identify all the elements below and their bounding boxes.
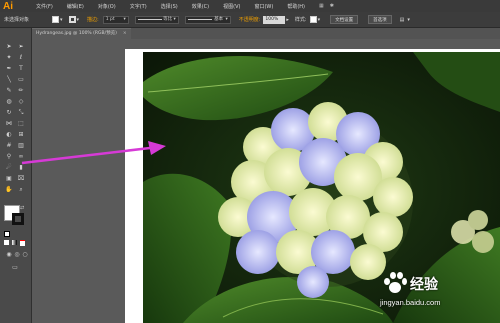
selection-tool-icon[interactable]: ➤ (4, 42, 14, 51)
preferences-button[interactable]: 首选项 (368, 15, 392, 24)
watermark-url: jingyan.baidu.com (380, 298, 441, 307)
scale-tool-icon[interactable]: ⤡ (16, 108, 26, 117)
menu-object[interactable]: 对象(O) (98, 3, 116, 10)
bridge-icon[interactable]: ▦ (319, 3, 324, 9)
slice-tool-icon[interactable]: ⌧ (16, 174, 26, 183)
menu-edit[interactable]: 编辑(E) (67, 3, 84, 10)
artboard-tool-icon[interactable]: ▣ (4, 174, 14, 183)
control-bar: 未选择对象 ▾ ▾ 描边: 1 pt ▾ 等比 ▾ 基本 ▾ 不透明度: 100% ▸… (0, 12, 500, 28)
menu-effect[interactable]: 效果(C) (192, 3, 209, 10)
variable-width-profile[interactable]: 等比 ▾ (134, 15, 179, 24)
opacity-field[interactable]: 100% (263, 15, 286, 24)
arrange-icon[interactable]: ✱ (330, 3, 334, 9)
arrange-documents-icon[interactable]: ▤ (400, 17, 405, 23)
blend-tool-icon[interactable]: ∞ (16, 152, 26, 161)
chevron-down-icon: ▾ (173, 16, 176, 22)
zoom-tool-icon[interactable]: ⌕ (16, 185, 26, 194)
app-logo: Ai (3, 0, 13, 12)
swap-colors-icon[interactable]: ⇄ (20, 205, 24, 211)
menu-file[interactable]: 文件(F) (36, 3, 53, 10)
menu-window[interactable]: 窗口(W) (254, 3, 273, 10)
stroke-swatch[interactable] (68, 16, 76, 23)
stroke-label[interactable]: 描边: (87, 16, 99, 23)
style-label: 样式: (294, 17, 307, 23)
profile-value: 等比 (163, 16, 173, 22)
chevron-down-icon: ▾ (225, 16, 228, 22)
opacity-label[interactable]: 不透明度: (239, 16, 261, 23)
eyedropper-tool-icon[interactable]: ⚲ (4, 152, 14, 161)
menu-help[interactable]: 帮助(H) (287, 3, 305, 10)
rectangle-tool-icon[interactable]: ▭ (16, 75, 26, 84)
menu-select[interactable]: 选择(S) (161, 3, 178, 10)
panel-menu-icon[interactable]: ▾ (407, 17, 410, 23)
pencil-tool-icon[interactable]: ✏ (16, 86, 26, 95)
pen-tool-icon[interactable]: ✒ (4, 64, 14, 73)
none-mode-icon[interactable] (20, 240, 25, 246)
mesh-tool-icon[interactable]: # (4, 141, 14, 150)
menu-view[interactable]: 视图(V) (223, 3, 240, 10)
document-tab[interactable]: Hydrangeas.jpg @ 100% (RGB/预览) × (32, 28, 131, 39)
baidu-watermark: 经验 jingyan.baidu.com (380, 272, 500, 312)
baidu-paw-icon (384, 272, 407, 294)
opacity-value: 100% (265, 16, 279, 22)
rotate-tool-icon[interactable]: ↻ (4, 108, 14, 117)
close-tab-icon[interactable]: × (123, 31, 127, 36)
type-tool-icon[interactable]: T (16, 64, 26, 73)
fill-dropdown-icon[interactable]: ▾ (60, 17, 63, 23)
stroke-weight-value: 1 pt (105, 16, 115, 22)
stroke-weight-field[interactable]: 1 pt ▾ (102, 15, 129, 24)
eraser-tool-icon[interactable]: ◇ (16, 97, 26, 106)
color-mode-icon[interactable] (4, 240, 9, 245)
magic-wand-tool-icon[interactable]: ✦ (4, 53, 14, 62)
profile-line (137, 19, 162, 20)
draw-inside-icon[interactable]: ○ (20, 250, 30, 259)
stroke-color-box[interactable] (12, 213, 24, 225)
shape-builder-tool-icon[interactable]: ◐ (4, 130, 14, 139)
style-dropdown-icon[interactable]: ▾ (318, 17, 321, 23)
toolbox: ➤ ➢ ✦ ℓ ✒ T ╲ ▭ ✎ ✏ ◍ ◇ ↻ ⤡ ⋈ ⬚ ◐ ⊞ # ▥ … (0, 28, 32, 323)
opacity-dropdown-icon[interactable]: ▸ (286, 17, 289, 23)
document-tab-title: Hydrangeas.jpg @ 100% (RGB/预览) (36, 31, 117, 36)
watermark-brand: 经验 (410, 277, 438, 293)
menu-type[interactable]: 文字(T) (130, 3, 147, 10)
document-setup-button[interactable]: 文档设置 (330, 15, 359, 24)
perspective-grid-tool-icon[interactable]: ⊞ (16, 130, 26, 139)
menu-bar: Ai 文件(F) 编辑(E) 对象(O) 文字(T) 选择(S) 效果(C) 视… (0, 0, 500, 12)
free-transform-tool-icon[interactable]: ⬚ (16, 119, 26, 128)
width-tool-icon[interactable]: ⋈ (4, 119, 14, 128)
direct-selection-tool-icon[interactable]: ➢ (16, 42, 26, 51)
symbol-sprayer-tool-icon[interactable]: ☄ (4, 163, 14, 172)
line-tool-icon[interactable]: ╲ (4, 75, 14, 84)
fill-swatch[interactable] (52, 16, 59, 23)
blob-brush-tool-icon[interactable]: ◍ (4, 97, 14, 106)
paintbrush-tool-icon[interactable]: ✎ (4, 86, 14, 95)
brush-definition[interactable]: 基本 ▾ (184, 15, 231, 24)
lasso-tool-icon[interactable]: ℓ (16, 53, 26, 62)
graphic-style-swatch[interactable] (309, 16, 317, 23)
default-colors-icon[interactable] (4, 231, 10, 237)
brush-line (187, 19, 212, 20)
gradient-tool-icon[interactable]: ▥ (16, 141, 26, 150)
chevron-down-icon: ▾ (123, 16, 126, 22)
brush-value: 基本 (214, 16, 224, 22)
gradient-mode-icon[interactable] (12, 240, 17, 245)
screen-mode-icon[interactable]: ▭ (10, 263, 20, 272)
selection-status: 未选择对象 (4, 17, 30, 23)
column-graph-tool-icon[interactable]: ▮ (16, 163, 26, 172)
hand-tool-icon[interactable]: ✋ (4, 185, 14, 194)
stroke-dropdown-icon[interactable]: ▾ (77, 17, 80, 23)
